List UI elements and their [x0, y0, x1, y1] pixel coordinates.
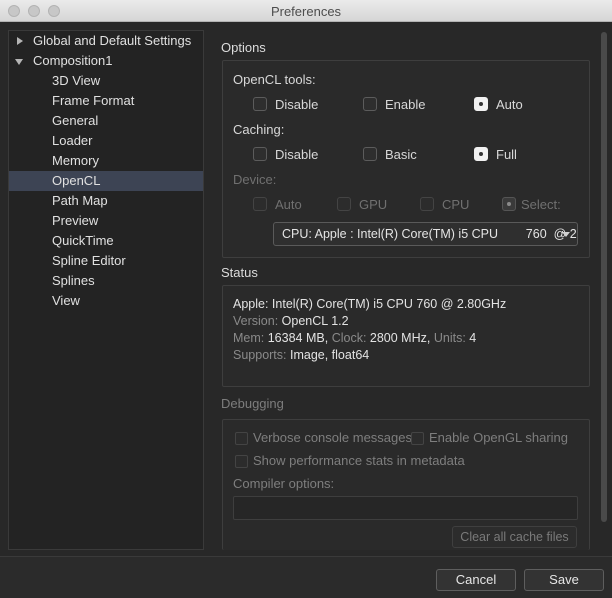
opencl-tools-disable-label: Disable: [275, 97, 319, 112]
tree-item-label: 3D View: [52, 73, 101, 88]
device-auto-label: Auto: [275, 197, 302, 212]
compiler-options-input[interactable]: [233, 496, 578, 520]
device-label: Device:: [233, 172, 277, 187]
tree-item-label: Composition1: [33, 53, 113, 68]
opencl-tools-label: OpenCL tools:: [233, 72, 316, 87]
version-key: Version:: [233, 314, 279, 328]
cancel-button[interactable]: Cancel: [436, 569, 516, 591]
opencl-tools-enable-label: Enable: [385, 97, 426, 112]
tree-item-preview[interactable]: Preview: [9, 211, 203, 231]
caching-label: Caching:: [233, 122, 285, 137]
tree-item-path-map[interactable]: Path Map: [9, 191, 203, 211]
units-value: 4: [469, 331, 477, 345]
caching-disable-label: Disable: [275, 147, 319, 162]
mem-key: Mem:: [233, 331, 265, 345]
version-value: OpenCL 1.2: [281, 314, 349, 328]
status-group: Apple: Intel(R) Core(TM) i5 CPU 760 @ 2.…: [222, 285, 590, 387]
opengl-sharing-label: Enable OpenGL sharing: [429, 430, 569, 445]
tree-item-general[interactable]: General: [9, 111, 203, 131]
options-group: OpenCL tools: Disable Enable Auto Cachin…: [222, 60, 590, 258]
debugging-section-title: Debugging: [221, 396, 284, 411]
tree-item-label: General: [52, 113, 99, 128]
verbose-console-label: Verbose console messages: [253, 430, 412, 445]
title-bar: Preferences: [0, 0, 612, 22]
clock-key: Clock:: [331, 331, 367, 345]
opencl-tools-auto-radio[interactable]: [474, 97, 488, 111]
clock-value: 2800 MHz,: [369, 331, 431, 345]
caret-down-icon: [562, 232, 570, 237]
supports-value: Image, float64: [290, 348, 370, 362]
supports-key: Supports:: [233, 348, 287, 362]
tree-item-3d-view[interactable]: 3D View: [9, 71, 203, 91]
tree-item-label: Memory: [52, 153, 99, 168]
options-section-title: Options: [221, 40, 266, 55]
opencl-tools-auto-label: Auto: [496, 97, 523, 112]
tree-item-memory[interactable]: Memory: [9, 151, 203, 171]
tree-item-spline-editor[interactable]: Spline Editor: [9, 251, 203, 271]
caching-basic-label: Basic: [385, 147, 417, 162]
tree-item-label: Global and Default Settings: [33, 33, 192, 48]
tree-item-label: Preview: [52, 213, 99, 228]
preferences-window: Preferences Global and Default Settings …: [0, 0, 612, 598]
debugging-group: Verbose console messages Enable OpenGL s…: [222, 419, 590, 550]
preferences-tree: Global and Default Settings Composition1…: [8, 30, 204, 550]
chevron-right-icon[interactable]: [17, 37, 23, 45]
device-select-radio[interactable]: [502, 197, 516, 211]
device-gpu-radio[interactable]: [337, 197, 351, 211]
tree-item-label: View: [52, 293, 80, 308]
settings-scrollbar[interactable]: [600, 30, 608, 550]
status-section-title: Status: [221, 265, 258, 280]
device-select-dropdown[interactable]: CPU: Apple : Intel(R) Core(TM) i5 CPU 76…: [273, 222, 578, 246]
device-cpu-label: CPU: [442, 197, 470, 212]
mem-value: 16384 MB,: [267, 331, 329, 345]
tree-item-label: OpenCL: [52, 173, 101, 188]
caching-basic-radio[interactable]: [363, 147, 377, 161]
tree-item-label: QuickTime: [52, 233, 114, 248]
status-version-line: Version: OpenCL 1.2: [233, 314, 349, 328]
caching-full-radio[interactable]: [474, 147, 488, 161]
save-button[interactable]: Save: [524, 569, 604, 591]
perf-stats-label: Show performance stats in metadata: [253, 453, 465, 468]
tree-item-label: Frame Format: [52, 93, 135, 108]
tree-item-label: Loader: [52, 133, 93, 148]
tree-item-view[interactable]: View: [9, 291, 203, 311]
status-device-line: Apple: Intel(R) Core(TM) i5 CPU 760 @ 2.…: [233, 297, 507, 311]
scrollbar-thumb[interactable]: [601, 32, 607, 522]
dialog-footer: Cancel Save: [0, 556, 612, 598]
device-gpu-label: GPU: [359, 197, 388, 212]
device-select-label: Select:: [521, 197, 561, 212]
tree-item-opencl[interactable]: OpenCL: [9, 171, 203, 191]
tree-item-splines[interactable]: Splines: [9, 271, 203, 291]
status-supports-line: Supports: Image, float64: [233, 348, 369, 362]
tree-item-quicktime[interactable]: QuickTime: [9, 231, 203, 251]
tree-item-frame-format[interactable]: Frame Format: [9, 91, 203, 111]
tree-item-label: Splines: [52, 273, 95, 288]
tree-item-composition1[interactable]: Composition1: [9, 51, 203, 71]
clear-cache-button[interactable]: Clear all cache files: [452, 526, 577, 548]
units-key: Units:: [433, 331, 466, 345]
compiler-options-label: Compiler options:: [233, 476, 335, 491]
window-title: Preferences: [270, 4, 342, 19]
device-cpu-radio[interactable]: [420, 197, 434, 211]
opencl-tools-enable-radio[interactable]: [363, 97, 377, 111]
tree-item-global-settings[interactable]: Global and Default Settings: [9, 31, 203, 51]
caching-full-label: Full: [496, 147, 517, 162]
settings-panel: Options OpenCL tools: Disable Enable Aut…: [212, 30, 598, 550]
device-auto-radio[interactable]: [253, 197, 267, 211]
caching-disable-radio[interactable]: [253, 147, 267, 161]
device-select-value: CPU: Apple : Intel(R) Core(TM) i5 CPU 76…: [282, 227, 577, 241]
tree-item-label: Spline Editor: [52, 253, 126, 268]
status-mem-line: Mem: 16384 MB, Clock: 2800 MHz, Units: 4: [233, 331, 476, 345]
perf-stats-checkbox[interactable]: [235, 455, 248, 468]
verbose-console-checkbox[interactable]: [235, 432, 248, 445]
opengl-sharing-checkbox[interactable]: [411, 432, 424, 445]
tree-item-label: Path Map: [52, 193, 108, 208]
opencl-tools-disable-radio[interactable]: [253, 97, 267, 111]
chevron-down-icon[interactable]: [15, 59, 23, 65]
tree-item-loader[interactable]: Loader: [9, 131, 203, 151]
